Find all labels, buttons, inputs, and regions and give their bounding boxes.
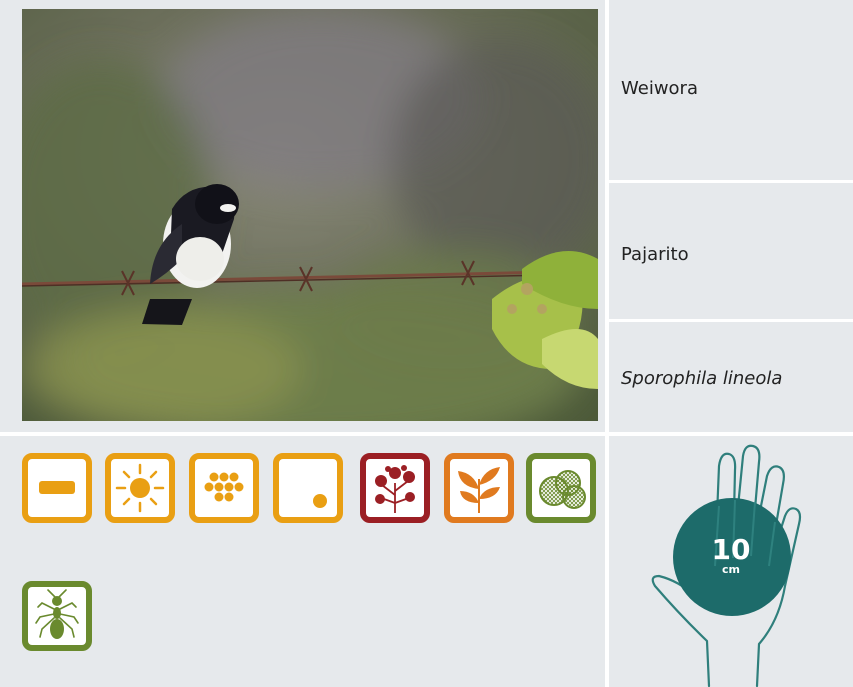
- habitat-icons-panel: [0, 436, 605, 687]
- common-name: Pajarito: [621, 244, 689, 265]
- local-name: Weiwora: [621, 78, 698, 99]
- ant-icon: [22, 581, 92, 651]
- horizontal-bar-icon: [22, 453, 92, 523]
- size-indicator-panel: 10 cm: [609, 436, 853, 687]
- seeds-icon: [526, 453, 596, 523]
- size-value: 10: [711, 533, 751, 566]
- single-dot-icon: [273, 453, 343, 523]
- photo-panel: [0, 0, 605, 432]
- common-name-cell: Pajarito: [609, 183, 853, 319]
- scientific-name-cell: Sporophila lineola: [609, 322, 853, 432]
- flowering-tree-icon: [360, 453, 430, 523]
- local-name-cell: Weiwora: [609, 0, 853, 180]
- sun-icon: [105, 453, 175, 523]
- dot-cluster-icon: [189, 453, 259, 523]
- leaves-icon: [444, 453, 514, 523]
- bird-photo: [22, 9, 598, 421]
- scientific-name: Sporophila lineola: [621, 368, 783, 389]
- size-unit: cm: [722, 563, 740, 576]
